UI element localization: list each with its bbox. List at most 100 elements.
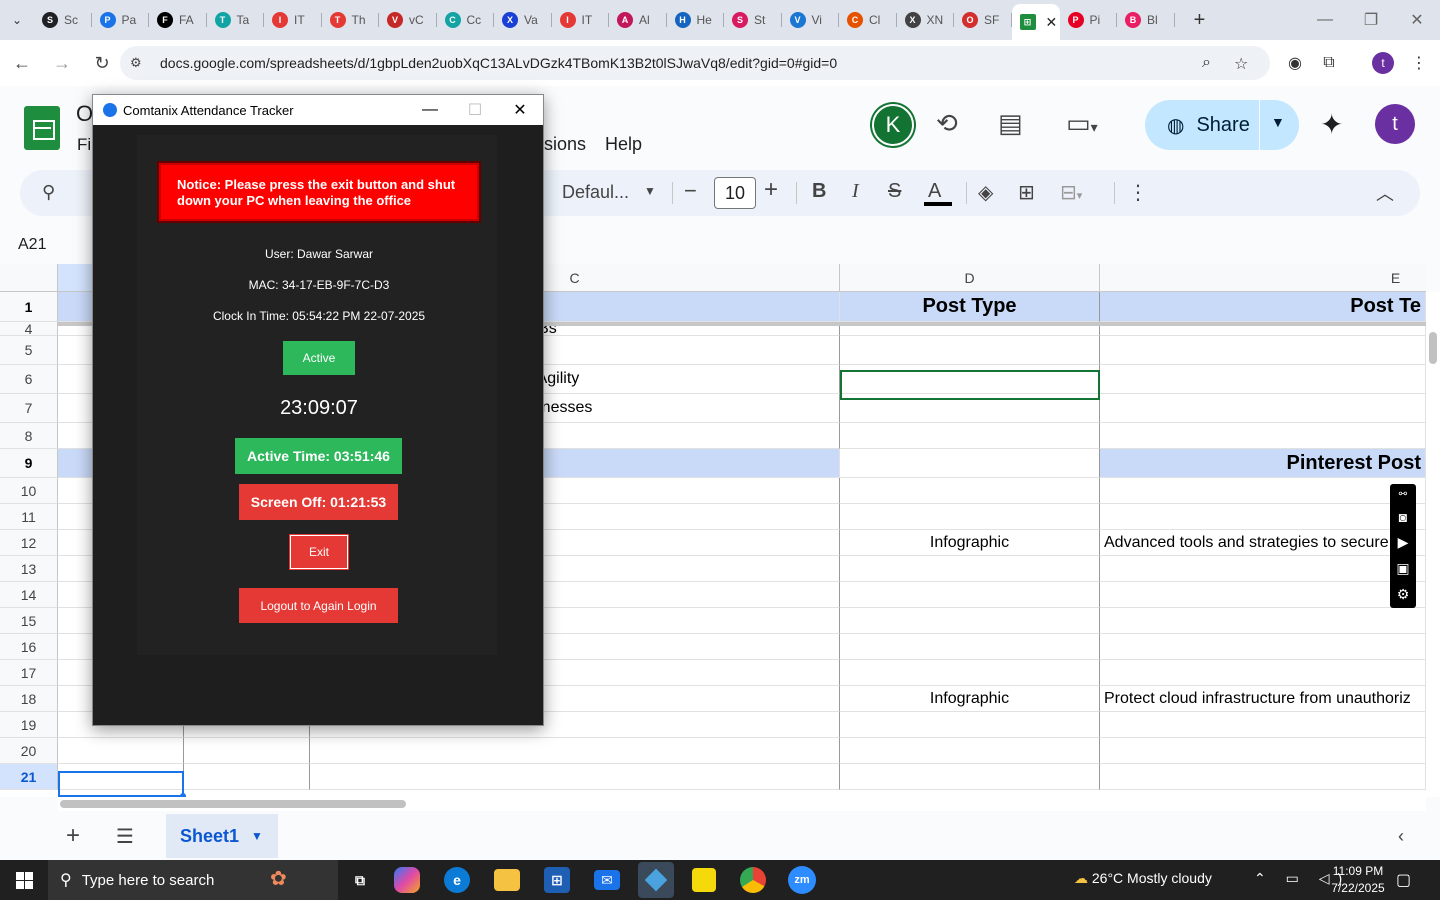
collapse-menus-icon[interactable]: ︿: [1376, 180, 1394, 206]
cell-e[interactable]: [1100, 712, 1426, 738]
cell-e[interactable]: [1100, 394, 1426, 423]
collaborator-avatar[interactable]: K: [872, 104, 914, 146]
cell-d[interactable]: Post Type: [840, 292, 1100, 322]
browser-tab[interactable]: T Th: [322, 5, 380, 35]
cell-a[interactable]: [58, 764, 184, 790]
link-icon[interactable]: ⚯: [1399, 489, 1407, 500]
cell-c[interactable]: [310, 738, 840, 764]
taskbar-clock[interactable]: 11:09 PM 7/22/2025: [1330, 863, 1386, 897]
cell-d[interactable]: [840, 504, 1100, 530]
cell-e[interactable]: Advanced tools and strategies to secure …: [1100, 530, 1426, 556]
menu-help[interactable]: Help: [605, 134, 642, 155]
cell-d[interactable]: [840, 336, 1100, 365]
browser-menu-icon[interactable]: ⋮: [1406, 50, 1432, 76]
row-header[interactable]: 4: [0, 321, 58, 337]
browser-tab[interactable]: X XN: [897, 5, 955, 35]
row-header[interactable]: 13: [0, 556, 58, 582]
row-header[interactable]: 6: [0, 365, 58, 394]
gemini-sparkle-icon[interactable]: ✦: [1320, 108, 1343, 141]
cell-e[interactable]: [1100, 504, 1426, 530]
bookmark-star-icon[interactable]: ☆: [1234, 54, 1248, 74]
cell-d[interactable]: [840, 712, 1100, 738]
browser-tab[interactable]: B Bl: [1117, 5, 1175, 35]
copilot-icon[interactable]: [394, 867, 420, 893]
text-color-icon[interactable]: A: [928, 180, 941, 203]
cell-e[interactable]: [1100, 478, 1426, 504]
browser-profile-avatar[interactable]: t: [1372, 52, 1394, 74]
comments-icon[interactable]: ▤: [998, 108, 1023, 139]
tracker-close-button[interactable]: ✕: [497, 95, 543, 125]
file-explorer-icon[interactable]: [494, 869, 520, 891]
start-button[interactable]: [0, 860, 48, 900]
browser-tab[interactable]: C Cc: [437, 5, 495, 35]
cell-e[interactable]: [1100, 634, 1426, 660]
cell-d[interactable]: [840, 608, 1100, 634]
close-tab-icon[interactable]: ✕: [1046, 14, 1058, 31]
doc-title[interactable]: O: [76, 101, 93, 127]
menu-file[interactable]: Fi: [77, 135, 91, 155]
cell-d[interactable]: [840, 582, 1100, 608]
cell-d[interactable]: [840, 449, 1100, 478]
cell-b[interactable]: [184, 764, 310, 790]
task-view-icon[interactable]: ⧉: [344, 864, 376, 896]
cell-e[interactable]: [1100, 423, 1426, 449]
browser-tab[interactable]: A Al: [609, 5, 667, 35]
font-family-select[interactable]: Defaul...: [562, 182, 629, 203]
strikethrough-icon[interactable]: S: [888, 180, 901, 203]
browser-tab[interactable]: P Pa: [92, 5, 150, 35]
window-capture-icon[interactable]: ▣: [1396, 560, 1409, 577]
search-menus-icon[interactable]: ⚲: [42, 182, 55, 203]
row-header[interactable]: 5: [0, 336, 58, 365]
cell-e[interactable]: [1100, 365, 1426, 394]
bold-icon[interactable]: B: [812, 180, 826, 203]
attendance-tracker-taskbar-icon[interactable]: [638, 862, 674, 898]
cell-d[interactable]: [840, 365, 1100, 394]
cell-e[interactable]: Pinterest Post: [1100, 449, 1426, 478]
merge-cells-icon[interactable]: ⊟▾: [1060, 180, 1082, 205]
row-header[interactable]: 16: [0, 634, 58, 660]
row-header[interactable]: 19: [0, 712, 58, 738]
cell-d[interactable]: [840, 478, 1100, 504]
cell-d[interactable]: Infographic: [840, 686, 1100, 712]
cell-d[interactable]: [840, 634, 1100, 660]
sheet-tab-sheet1[interactable]: Sheet1 ▼: [166, 814, 278, 858]
settings-gear-icon[interactable]: ⚙: [1397, 586, 1410, 603]
cell-e[interactable]: Post Te: [1100, 292, 1426, 322]
sheets-logo-icon[interactable]: [24, 106, 60, 150]
omnibox[interactable]: ⚙ docs.google.com/spreadsheets/d/1gbpLde…: [120, 46, 1270, 80]
column-header-e[interactable]: E: [1100, 264, 1426, 292]
cell-e[interactable]: [1100, 608, 1426, 634]
tab-search-dropdown[interactable]: ⌄: [0, 5, 34, 35]
browser-tab[interactable]: I IT: [264, 5, 322, 35]
chrome-icon[interactable]: [740, 867, 766, 893]
browser-tab[interactable]: VvC: [379, 5, 437, 35]
browser-tab[interactable]: F FA: [149, 5, 207, 35]
name-box[interactable]: A21: [18, 236, 46, 254]
cell-a[interactable]: [58, 738, 184, 764]
extension-fr-icon[interactable]: ◉: [1282, 50, 1308, 76]
vertical-scrollbar[interactable]: [1426, 292, 1440, 797]
row-header[interactable]: 7: [0, 394, 58, 423]
sheet-tab-dropdown-icon[interactable]: ▼: [251, 829, 263, 843]
all-sheets-menu-icon[interactable]: ☰: [116, 824, 134, 849]
share-dropdown-icon[interactable]: ▼: [1271, 114, 1285, 130]
horizontal-scroll-thumb[interactable]: [60, 800, 406, 808]
column-header-d[interactable]: D: [840, 264, 1100, 292]
italic-icon[interactable]: I: [852, 180, 859, 203]
cell-d[interactable]: [840, 738, 1100, 764]
reload-button[interactable]: ↻: [84, 45, 120, 81]
browser-tab[interactable]: P Pi: [1060, 5, 1118, 35]
browser-tab[interactable]: X Va: [494, 5, 552, 35]
back-button[interactable]: ←: [4, 45, 40, 81]
cell-b[interactable]: [184, 738, 310, 764]
borders-icon[interactable]: ⊞: [1018, 180, 1035, 205]
browser-tab[interactable]: O SF: [954, 5, 1012, 35]
cell-d[interactable]: [840, 423, 1100, 449]
version-history-icon[interactable]: ⟲: [936, 108, 958, 139]
select-all-corner[interactable]: [0, 264, 58, 292]
font-dropdown-icon[interactable]: ▼: [644, 184, 656, 198]
sticky-notes-icon[interactable]: [692, 868, 716, 892]
close-window-button[interactable]: ✕: [1394, 0, 1440, 40]
browser-tab[interactable]: V Vi: [782, 5, 840, 35]
row-header[interactable]: 10: [0, 478, 58, 504]
